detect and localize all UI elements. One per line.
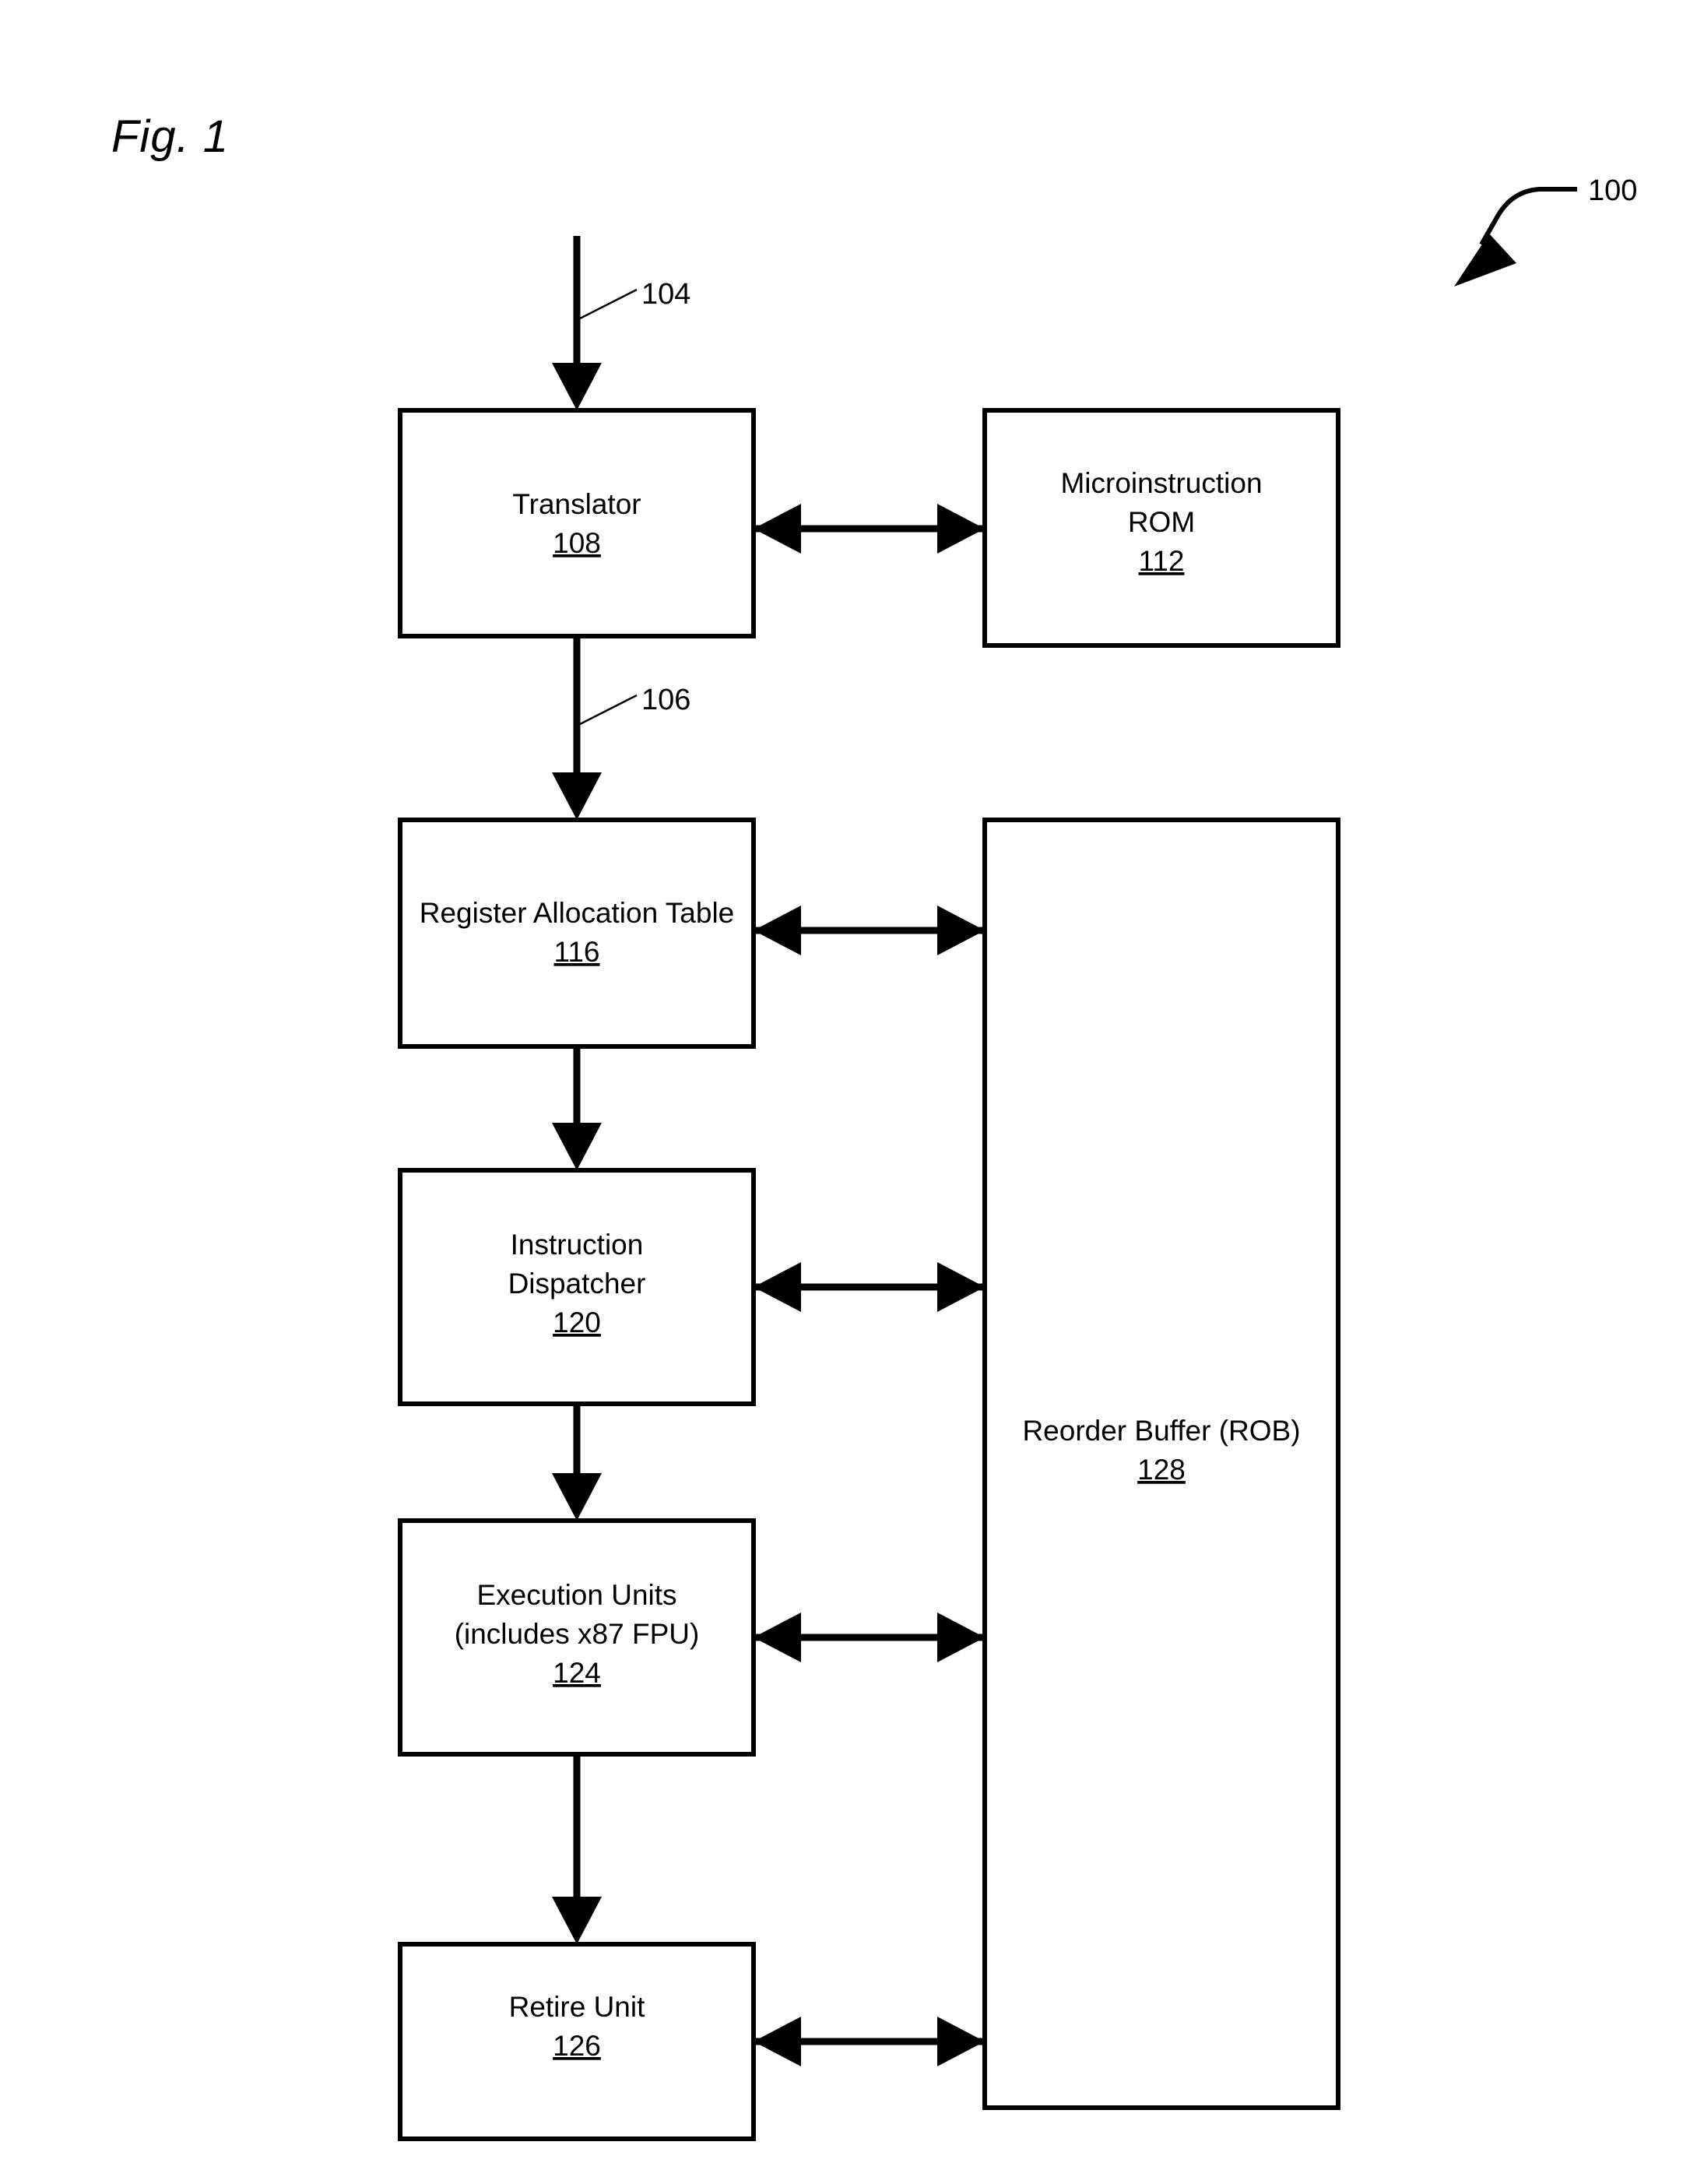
link-translator-rom-arrowhead-right <box>937 504 985 554</box>
execution-units-label-line1: Execution Units <box>476 1579 676 1611</box>
block-execution-units[interactable]: Execution Units (includes x87 FPU) 124 <box>398 1518 756 1757</box>
input-signal-104: 104 <box>552 236 690 410</box>
block-register-allocation-table[interactable]: Register Allocation Table 116 <box>398 818 756 1049</box>
signal-106: 106 <box>552 636 690 820</box>
connector-dispatcher-to-execution <box>552 1404 602 1521</box>
signal-106-label: 106 <box>641 684 690 716</box>
reorder-buffer-ref-number: 128 <box>1137 1454 1186 1486</box>
retire-unit-label: Retire Unit <box>509 1991 645 2023</box>
execution-units-ref-number: 124 <box>553 1657 601 1689</box>
microinstruction-rom-label-line1: Microinstruction <box>1060 467 1262 499</box>
block-translator[interactable]: Translator 108 <box>398 408 756 638</box>
link-rat-rob <box>754 906 985 955</box>
system-ref-arrowhead <box>1454 234 1516 287</box>
block-instruction-dispatcher[interactable]: Instruction Dispatcher 120 <box>398 1168 756 1406</box>
signal-106-leader-line <box>579 694 638 726</box>
patent-figure-page: Fig. 1 100 104 Translator 108 Microinstr… <box>0 0 1697 2184</box>
retire-unit-ref-number: 126 <box>553 2030 601 2062</box>
link-execution-rob <box>754 1613 985 1662</box>
link-execution-rob-arrowhead-left <box>754 1613 801 1662</box>
translator-box[interactable] <box>398 408 756 638</box>
connector-rat-to-dispatcher <box>552 1046 602 1170</box>
instruction-dispatcher-ref-number: 120 <box>553 1307 601 1338</box>
link-retire-rob <box>754 2017 985 2066</box>
link-rat-rob-arrowhead-left <box>754 906 801 955</box>
instruction-dispatcher-label-line1: Instruction <box>511 1229 644 1261</box>
block-microinstruction-rom[interactable]: Microinstruction ROM 112 <box>982 408 1340 648</box>
link-translator-rom <box>754 504 985 554</box>
translator-ref-number: 108 <box>553 527 601 559</box>
register-allocation-table-ref-number: 116 <box>554 936 600 968</box>
link-dispatcher-rob-arrowhead-right <box>937 1262 985 1312</box>
block-retire-unit[interactable]: Retire Unit 126 <box>398 1942 756 2141</box>
figure-label: Fig. 1 <box>111 111 229 162</box>
link-retire-rob-arrowhead-left <box>754 2017 801 2066</box>
link-translator-rom-arrowhead-left <box>754 504 801 554</box>
signal-104-arrowhead <box>552 363 602 410</box>
signal-104-label: 104 <box>641 278 690 311</box>
link-rat-rob-arrowhead-right <box>937 906 985 955</box>
register-allocation-table-box[interactable] <box>398 818 756 1049</box>
microinstruction-rom-ref-number: 112 <box>1139 545 1185 577</box>
system-reference-callout: 100 <box>1454 174 1637 287</box>
signal-104-leader-line <box>579 288 638 320</box>
link-retire-rob-arrowhead-right <box>937 2017 985 2066</box>
system-ref-number: 100 <box>1588 174 1637 207</box>
block-reorder-buffer[interactable]: Reorder Buffer (ROB) 128 <box>982 818 1340 2110</box>
connector-execution-to-retire <box>552 1754 602 1944</box>
link-execution-rob-arrowhead-right <box>937 1613 985 1662</box>
connector-rat-dispatcher-arrowhead <box>552 1123 602 1170</box>
microinstruction-rom-label-line2: ROM <box>1128 506 1195 538</box>
link-dispatcher-rob-arrowhead-left <box>754 1262 801 1312</box>
signal-106-arrowhead <box>552 772 602 820</box>
translator-label: Translator <box>512 488 641 520</box>
system-ref-leader-line <box>1479 187 1577 246</box>
register-allocation-table-label: Register Allocation Table <box>420 897 735 929</box>
link-dispatcher-rob <box>754 1262 985 1312</box>
block-diagram: Fig. 1 100 104 Translator 108 Microinstr… <box>111 111 1637 2141</box>
connector-dispatcher-execution-arrowhead <box>552 1473 602 1521</box>
instruction-dispatcher-label-line2: Dispatcher <box>508 1268 646 1299</box>
reorder-buffer-label: Reorder Buffer (ROB) <box>1022 1415 1300 1447</box>
execution-units-label-line2: (includes x87 FPU) <box>455 1618 700 1650</box>
connector-execution-retire-arrowhead <box>552 1897 602 1944</box>
